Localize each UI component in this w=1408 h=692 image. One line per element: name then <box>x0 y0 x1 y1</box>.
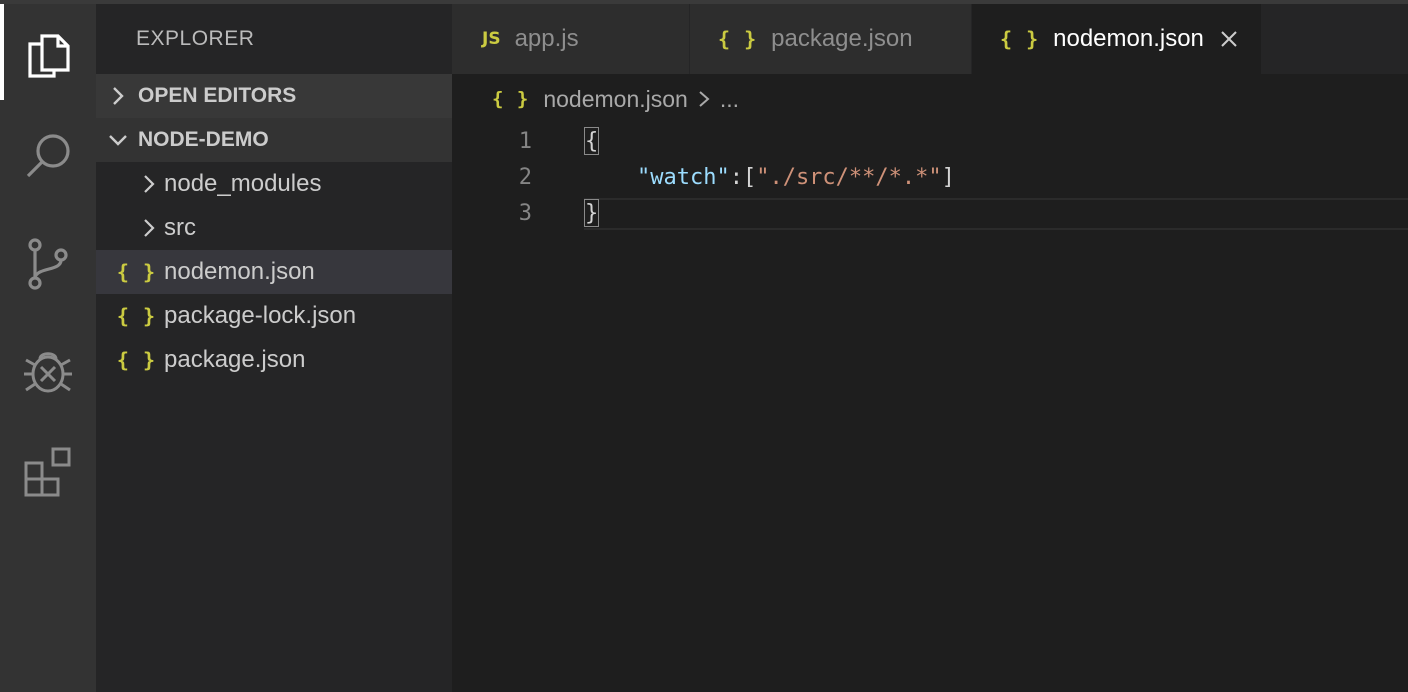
json-file-icon: { } <box>492 88 530 110</box>
json-file-icon: { } <box>116 260 156 284</box>
json-punctuation: ] <box>941 165 955 190</box>
json-file-icon: { } <box>1000 27 1040 51</box>
tree-item-src[interactable]: src <box>96 206 452 250</box>
source-control-activity-button[interactable] <box>0 216 96 312</box>
chevron-right-icon <box>144 175 155 193</box>
code-line-current: 3 } <box>452 196 1408 232</box>
source-control-icon <box>28 238 68 290</box>
close-brace: } <box>584 199 600 227</box>
files-icon <box>28 34 70 78</box>
json-punctuation: :[ <box>729 165 757 190</box>
debug-icon <box>24 352 72 393</box>
sidebar-title: EXPLORER <box>136 27 255 50</box>
tab-app-js[interactable]: JS app.js <box>452 4 690 74</box>
close-tab-button[interactable] <box>1220 30 1238 48</box>
code-line: 1 { <box>452 124 1408 160</box>
close-icon <box>1221 31 1237 47</box>
line-number: 3 <box>518 201 532 226</box>
tab-nodemon-json[interactable]: { } nodemon.json <box>972 4 1262 74</box>
tree-item-label: src <box>164 214 196 241</box>
tree-item-nodemon-json[interactable]: { } nodemon.json <box>96 250 452 294</box>
breadcrumb: { } nodemon.json ... <box>452 74 1408 124</box>
tab-bar: JS app.js { } package.json { } nodemon.j… <box>452 4 1408 74</box>
search-icon <box>26 134 70 178</box>
project-section[interactable]: NODE-DEMO <box>96 118 452 162</box>
extensions-activity-button[interactable] <box>0 424 96 520</box>
tree-item-package-lock-json[interactable]: { } package-lock.json <box>96 294 452 338</box>
debug-activity-button[interactable] <box>0 322 96 418</box>
tree-item-label: nodemon.json <box>164 258 315 285</box>
explorer-activity-button[interactable] <box>0 4 96 100</box>
json-file-icon: { } <box>718 27 758 51</box>
chevron-right-icon <box>699 91 710 107</box>
breadcrumb-file[interactable]: nodemon.json <box>543 86 688 113</box>
code-line: 2 "watch":["./src/**/*.*"] <box>452 160 1408 196</box>
line-number: 2 <box>518 165 532 190</box>
extensions-icon <box>24 447 71 497</box>
tree-item-label: package.json <box>164 346 306 373</box>
tab-label: app.js <box>514 25 579 52</box>
explorer-sidebar: EXPLORER OPEN EDITORS NODE-DEMO node_mod… <box>96 4 452 692</box>
search-activity-button[interactable] <box>0 108 96 204</box>
json-string-value: "./src/**/*.*" <box>756 165 942 190</box>
open-brace: { <box>584 127 600 155</box>
tree-item-package-json[interactable]: { } package.json <box>96 338 452 382</box>
open-editors-label: OPEN EDITORS <box>138 84 297 107</box>
chevron-right-icon <box>113 87 124 105</box>
tab-package-json[interactable]: { } package.json <box>690 4 972 74</box>
json-file-icon: { } <box>116 348 156 372</box>
chevron-right-icon <box>144 219 155 237</box>
chevron-down-icon <box>109 135 127 146</box>
tab-label: package.json <box>771 25 913 52</box>
activity-bar <box>0 4 96 692</box>
json-file-icon: { } <box>116 304 156 328</box>
tree-item-label: node_modules <box>164 170 322 197</box>
tab-label: nodemon.json <box>1053 25 1204 52</box>
line-number: 1 <box>518 129 532 154</box>
open-editors-section[interactable]: OPEN EDITORS <box>96 74 452 118</box>
project-label: NODE-DEMO <box>138 128 269 151</box>
tree-item-node-modules[interactable]: node_modules <box>96 162 452 206</box>
json-key: "watch" <box>636 165 730 190</box>
editor-area: JS app.js { } package.json { } nodemon.j… <box>452 4 1408 692</box>
code-editor[interactable]: 1 { 2 "watch":["./src/**/*.*"] 3 } <box>452 124 1408 232</box>
js-file-icon: JS <box>482 29 501 49</box>
tree-item-label: package-lock.json <box>164 302 357 329</box>
breadcrumb-more[interactable]: ... <box>720 86 739 113</box>
current-line-highlight <box>584 198 1408 230</box>
vscode-window: EXPLORER OPEN EDITORS NODE-DEMO node_mod… <box>0 0 1408 692</box>
